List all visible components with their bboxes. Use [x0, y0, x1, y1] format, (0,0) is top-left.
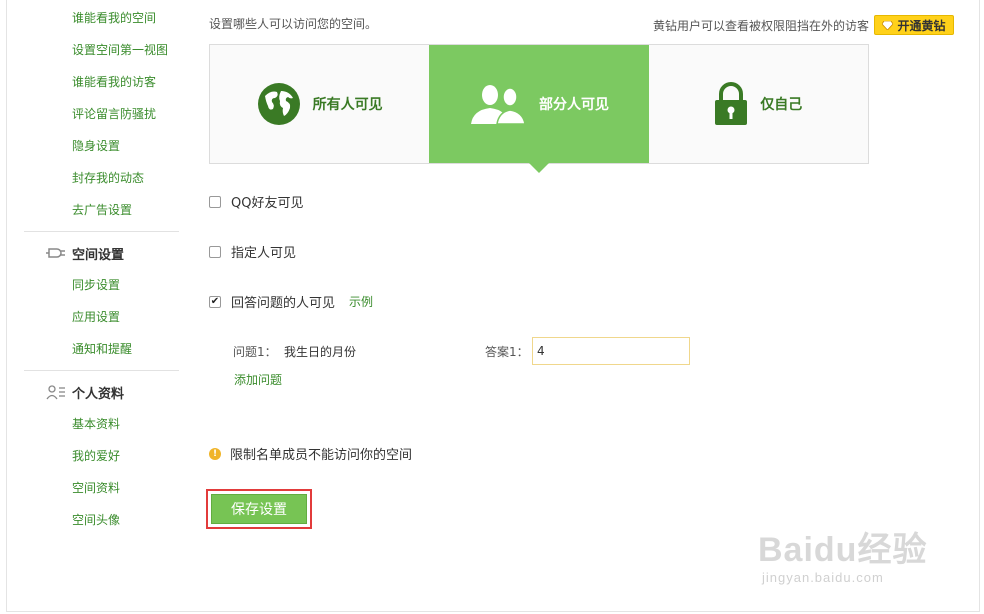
warning-icon: !: [209, 447, 221, 460]
visibility-selector: 所有人可见 部分人可见 仅自己: [209, 44, 869, 173]
sidebar-section-personal-info: 个人资料: [46, 382, 124, 402]
sidebar-item-anti-harassment[interactable]: 评论留言防骚扰: [72, 106, 156, 122]
intro-text: 设置哪些人可以访问您的空间。: [209, 17, 378, 31]
checkbox-row-answer-question: ✔ 回答问题的人可见 示例: [209, 292, 373, 311]
question-label: 问题1：: [233, 345, 277, 359]
checkbox-label: 指定人可见: [231, 246, 297, 261]
option-label: 仅自己: [760, 97, 803, 113]
sidebar-item-remove-ads[interactable]: 去广告设置: [72, 202, 132, 218]
sidebar-item-who-can-view-space[interactable]: 谁能看我的空间: [72, 10, 156, 26]
question-value: 我生日的月份: [284, 345, 357, 359]
sidebar-section-space-settings: 空间设置: [46, 243, 124, 263]
open-vip-button[interactable]: 开通黄钻: [874, 15, 954, 35]
option-everyone[interactable]: 所有人可见: [210, 45, 429, 163]
lock-icon: [715, 82, 748, 125]
option-some-people[interactable]: 部分人可见: [429, 45, 649, 173]
add-question-link[interactable]: 添加问题: [234, 371, 282, 388]
globe-icon: [257, 83, 300, 125]
sidebar-section-title: 空间设置: [72, 247, 125, 263]
sidebar: 谁能看我的空间 设置空间第一视图 谁能看我的访客 评论留言防骚扰 隐身设置 封存…: [0, 0, 190, 614]
option-only-me[interactable]: 仅自己: [649, 45, 868, 163]
sidebar-item-archive-feeds[interactable]: 封存我的动态: [72, 170, 144, 186]
user-list-icon: [46, 385, 65, 400]
qq-friends-checkbox[interactable]: [209, 195, 221, 208]
sidebar-item-invisible[interactable]: 隐身设置: [72, 138, 120, 154]
warning-notice: ! 限制名单成员不能访问你的空间: [209, 444, 412, 463]
open-vip-label: 开通黄钻: [897, 18, 946, 33]
answer-label: 答案1：: [485, 345, 529, 359]
option-label: 部分人可见: [538, 97, 609, 113]
checkbox-row-qq-friends: QQ好友可见: [209, 192, 303, 211]
diamond-icon: [882, 20, 894, 30]
sidebar-item-space-info[interactable]: 空间资料: [72, 480, 120, 496]
sidebar-item-hobbies[interactable]: 我的爱好: [72, 448, 120, 464]
sidebar-item-first-view[interactable]: 设置空间第一视图: [72, 42, 168, 58]
people-icon: [470, 85, 526, 125]
sidebar-divider: [24, 231, 179, 232]
checkbox-row-specific-people: 指定人可见: [209, 242, 296, 261]
checkbox-label: 回答问题的人可见: [231, 296, 336, 311]
plug-icon: [46, 248, 65, 258]
checkbox-label: QQ好友可见: [231, 196, 304, 211]
baidu-watermark: Baidu经验 jingyan.baidu.com: [758, 508, 958, 598]
answer-question-checkbox[interactable]: ✔: [209, 295, 221, 308]
sidebar-item-basic-info[interactable]: 基本资料: [72, 416, 120, 432]
save-highlight-box: 保存设置: [206, 489, 312, 529]
vip-note: 黄钻用户可以查看被权限阻挡在外的访客: [653, 19, 870, 33]
warning-text: 限制名单成员不能访问你的空间: [230, 448, 413, 463]
option-label: 所有人可见: [312, 97, 383, 113]
sidebar-item-notifications[interactable]: 通知和提醒: [72, 341, 132, 357]
example-link[interactable]: 示例: [349, 293, 373, 310]
specific-people-checkbox[interactable]: [209, 245, 221, 258]
answer-input[interactable]: [532, 337, 690, 365]
sidebar-item-apps[interactable]: 应用设置: [72, 309, 120, 325]
sidebar-section-title: 个人资料: [72, 386, 125, 402]
watermark-url: jingyan.baidu.com: [762, 570, 884, 585]
sidebar-divider: [24, 370, 179, 371]
sidebar-item-space-avatar[interactable]: 空间头像: [72, 512, 120, 528]
sidebar-item-sync[interactable]: 同步设置: [72, 277, 120, 293]
watermark-logo: Baidu经验: [758, 531, 928, 569]
save-settings-button[interactable]: 保存设置: [211, 494, 307, 524]
sidebar-item-who-can-view-visitors[interactable]: 谁能看我的访客: [72, 74, 156, 90]
